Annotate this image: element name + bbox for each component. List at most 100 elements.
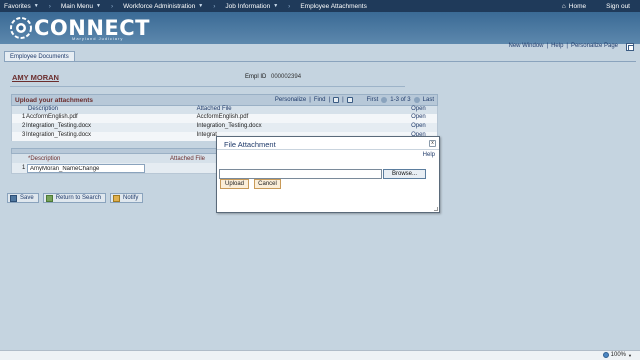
- upload-button[interactable]: Upload: [220, 179, 249, 189]
- grid-nav: Personalize | Find | | First 1-3 of 3 La…: [275, 97, 434, 103]
- row-open-link[interactable]: Open: [411, 114, 437, 123]
- row-description: 1 AccformEnglish.pdf: [12, 114, 197, 123]
- nav-favorites-label: Favorites: [4, 2, 31, 10]
- grid-nav-separator: |: [328, 97, 331, 103]
- row-description-text: Integration_Testing.docx: [26, 132, 92, 138]
- row-description-text: AccformEnglish.pdf: [26, 114, 78, 120]
- resize-handle[interactable]: [434, 207, 438, 211]
- cancel-button[interactable]: Cancel: [254, 179, 281, 189]
- row-attached-file: AccformEnglish.pdf: [196, 114, 249, 120]
- signout-label: Sign out: [606, 2, 630, 10]
- prev-arrow-icon[interactable]: [381, 97, 388, 103]
- home-label: Home: [568, 2, 587, 10]
- file-path-input[interactable]: [219, 169, 382, 179]
- grid-range: 1-3 of 3: [390, 97, 411, 103]
- notify-icon: [113, 194, 121, 202]
- nav-employee-attachments[interactable]: Employee Attachments: [296, 0, 370, 12]
- globe-icon: [602, 352, 609, 358]
- zoom-level: 100%: [610, 352, 627, 358]
- grid-nav-separator: |: [342, 97, 344, 103]
- col-open: Open: [411, 106, 426, 112]
- page-actions: Save Return to Search Notify: [7, 193, 144, 203]
- notify-button[interactable]: Notify: [110, 193, 144, 203]
- col-description[interactable]: Description: [12, 106, 197, 114]
- chevron-down-icon: ▼: [96, 3, 101, 9]
- nav-workforce-administration[interactable]: Workforce Administration ▼: [119, 0, 207, 12]
- chevron-down-icon: ▼: [33, 3, 39, 9]
- grid-title: Upload your attachments: [15, 96, 94, 104]
- link-separator: |: [546, 43, 549, 49]
- home-link[interactable]: ⌂ Home: [552, 0, 596, 12]
- help-link[interactable]: Help: [551, 43, 563, 49]
- row-open-link[interactable]: Open: [411, 123, 437, 132]
- download-grid-icon[interactable]: [346, 97, 353, 103]
- chevron-right-icon: ›: [48, 2, 51, 10]
- grid-last-link[interactable]: Last: [423, 97, 434, 103]
- close-icon[interactable]: x: [429, 140, 436, 147]
- grid-column-headers: Description Attached File Open: [11, 106, 438, 114]
- chevron-down-icon: ▼: [628, 352, 632, 358]
- nav-employee-attachments-label: Employee Attachments: [300, 2, 367, 10]
- tab-label: Employee Documents: [10, 54, 69, 60]
- grid-nav-separator: |: [309, 97, 311, 103]
- grid-find-link[interactable]: Find: [314, 97, 326, 103]
- col-attached-file[interactable]: Attached File: [197, 106, 411, 114]
- grid-personalize-link[interactable]: Personalize: [275, 97, 306, 103]
- new-window-link[interactable]: New Window: [508, 43, 543, 49]
- chevron-right-icon: ›: [110, 2, 114, 10]
- tab-underline: [4, 61, 636, 62]
- return-icon: [45, 194, 53, 202]
- link-separator: |: [566, 43, 568, 49]
- attachments-grid: Upload your attachments Personalize | Fi…: [11, 94, 438, 141]
- zoom-control[interactable]: 100% ▼: [602, 352, 632, 358]
- emplid-value: 000002394: [271, 74, 302, 80]
- row-description: 2 Integration_Testing.docx: [12, 123, 197, 132]
- col-description-required: *Description: [28, 155, 61, 162]
- grid-first-link[interactable]: First: [367, 97, 379, 103]
- employee-name: AMY MORAN: [12, 73, 59, 82]
- chevron-down-icon: ▼: [198, 3, 204, 9]
- banner: CONNECT Maryland Judiciary: [0, 12, 640, 44]
- logo-mark-icon: [8, 15, 34, 41]
- save-label: Save: [20, 195, 34, 201]
- row-description: 3 Integration_Testing.docx: [12, 132, 197, 141]
- dialog-help-link[interactable]: Help: [423, 152, 435, 158]
- header-divider: [10, 86, 405, 87]
- grid-header: Upload your attachments Personalize | Fi…: [11, 94, 438, 106]
- row-number: 2: [22, 123, 26, 129]
- save-button[interactable]: Save: [7, 193, 39, 203]
- save-icon: [10, 194, 17, 202]
- row-number: 1: [22, 114, 26, 120]
- row-attached-file: Integration_Testing.docx: [196, 123, 262, 129]
- personalize-page-link[interactable]: Personalize Page: [571, 43, 618, 49]
- file-attachment-dialog: File Attachment x Help Browse... Upload …: [216, 136, 440, 213]
- table-row: 2 Integration_Testing.docx Integration_Te…: [11, 123, 438, 132]
- row-number: 1: [22, 165, 26, 171]
- nav-main-menu-label: Main Menu: [60, 2, 94, 10]
- chevron-right-icon: ›: [213, 2, 216, 10]
- nav-job-info-label: Job Information: [225, 2, 271, 10]
- return-to-search-button[interactable]: Return to Search: [42, 193, 107, 203]
- home-icon: ⌂: [561, 2, 566, 10]
- description-input[interactable]: [27, 164, 145, 173]
- dialog-title: File Attachment: [224, 140, 276, 149]
- row-description-text: Integration_Testing.docx: [26, 123, 92, 129]
- col-attached-file: Attached File: [170, 155, 206, 162]
- browse-button[interactable]: Browse...: [383, 169, 426, 179]
- nav-job-information[interactable]: Job Information ▼: [221, 0, 282, 12]
- emplid-label: Empl ID: [245, 74, 267, 80]
- nav-main-menu[interactable]: Main Menu ▼: [57, 0, 105, 12]
- return-label: Return to Search: [55, 195, 102, 201]
- table-row: 1 AccformEnglish.pdf AccformEnglish.pdf O…: [11, 114, 438, 123]
- top-nav: Favorites ▼ › Main Menu ▼ › Workforce Admi…: [0, 0, 640, 12]
- next-arrow-icon[interactable]: [413, 97, 420, 103]
- view-all-icon[interactable]: [333, 97, 340, 103]
- chevron-down-icon: ▼: [273, 3, 279, 9]
- signout-link[interactable]: Sign out: [596, 0, 640, 12]
- status-bar: 100% ▼: [0, 350, 640, 360]
- nav-workforce-label: Workforce Administration: [123, 2, 196, 10]
- page-links: New Window | Help | Personalize Page: [508, 43, 618, 49]
- nav-favorites[interactable]: Favorites ▼: [0, 0, 43, 12]
- logo-subtitle: Maryland Judiciary: [72, 36, 124, 41]
- page-layout-icon[interactable]: [626, 43, 634, 51]
